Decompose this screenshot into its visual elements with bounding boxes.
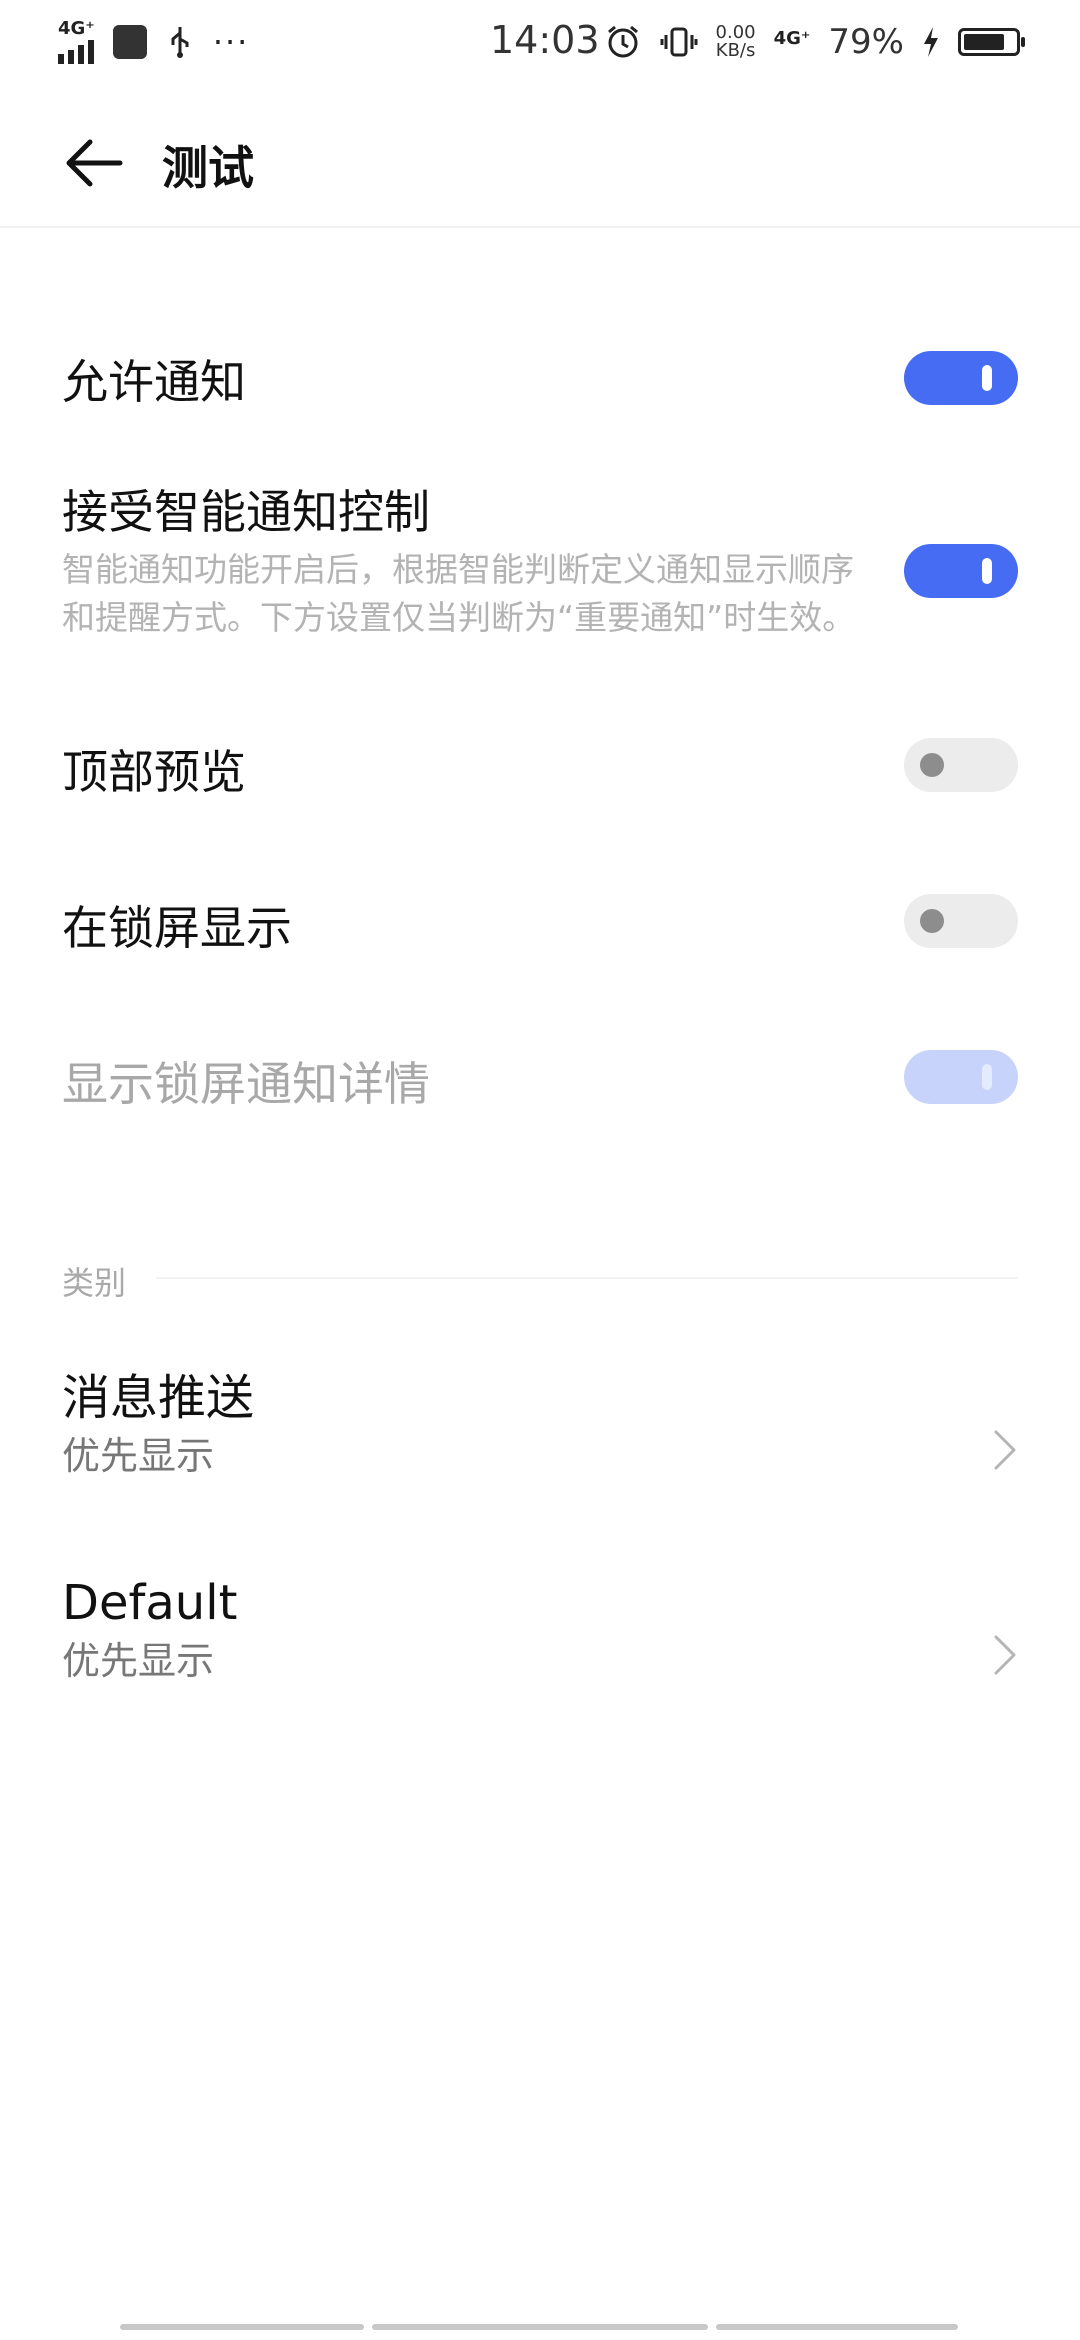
screen: 4G⁺ ··· 14:03 0.00 KB/s 4G⁺ 79% 测试 允许通知 … xyxy=(0,0,1080,2340)
network-speed: 0.00 KB/s xyxy=(716,24,756,60)
setting-label: 允许通知 xyxy=(62,355,246,409)
section-divider xyxy=(156,1277,1018,1279)
setting-label: 接受智能通知控制 xyxy=(62,485,430,539)
allow-notifications-toggle[interactable] xyxy=(904,351,1018,405)
gesture-bar-right[interactable] xyxy=(716,2324,958,2330)
app-header: 测试 xyxy=(0,100,1080,224)
setting-label: 显示锁屏通知详情 xyxy=(62,1057,430,1111)
gesture-bar-left[interactable] xyxy=(120,2324,364,2330)
lockscreen-show-toggle[interactable] xyxy=(904,894,1018,948)
status-time: 14:03 xyxy=(490,18,600,62)
alarm-icon xyxy=(607,25,638,58)
category-subtitle: 优先显示 xyxy=(62,1434,215,1478)
page-title: 测试 xyxy=(162,141,254,195)
category-subtitle: 优先显示 xyxy=(62,1639,215,1683)
usb-icon xyxy=(171,27,189,58)
charging-icon xyxy=(924,27,938,57)
setting-lockscreen-details: 显示锁屏通知详情 xyxy=(0,1048,1080,1114)
category-item-default[interactable]: Default 优先显示 xyxy=(0,1573,1080,1723)
back-arrow-icon[interactable] xyxy=(62,130,128,196)
usb-debug-icon xyxy=(112,25,147,59)
vibrate-icon xyxy=(660,27,698,57)
section-label-categories: 类别 xyxy=(62,1264,127,1302)
setting-label: 顶部预览 xyxy=(62,745,246,799)
setting-allow-notifications[interactable]: 允许通知 xyxy=(0,346,1080,412)
smart-control-toggle[interactable] xyxy=(904,544,1018,598)
chevron-right-icon xyxy=(994,1635,1016,1675)
setting-description: 智能通知功能开启后，根据智能判断定义通知显示顺序和提醒方式。下方设置仅当判断为“… xyxy=(62,550,856,637)
network-speed-unit: KB/s xyxy=(715,40,756,61)
battery-percent: 79% xyxy=(828,22,904,62)
battery-icon xyxy=(958,28,1025,56)
lockscreen-details-toggle xyxy=(904,1050,1018,1104)
chevron-right-icon xyxy=(994,1430,1016,1470)
cellular-signal-icon: 4G⁺ xyxy=(58,20,95,64)
top-preview-toggle[interactable] xyxy=(904,738,1018,792)
setting-smart-control[interactable]: 接受智能通知控制 智能通知功能开启后，根据智能判断定义通知显示顺序和提醒方式。下… xyxy=(0,476,1080,642)
network-type-right: 4G⁺ xyxy=(773,28,811,49)
header-divider xyxy=(0,226,1080,228)
category-item-message-push[interactable]: 消息推送 优先显示 xyxy=(0,1368,1080,1518)
setting-lockscreen-show[interactable]: 在锁屏显示 xyxy=(0,892,1080,958)
category-title: 消息推送 xyxy=(62,1370,255,1426)
category-title: Default xyxy=(62,1575,238,1631)
more-notifications-icon: ··· xyxy=(212,23,250,61)
status-bar: 4G⁺ ··· 14:03 0.00 KB/s 4G⁺ 79% xyxy=(0,0,1080,84)
setting-top-preview[interactable]: 顶部预览 xyxy=(0,736,1080,802)
network-type-left: 4G⁺ xyxy=(58,18,95,39)
setting-label: 在锁屏显示 xyxy=(62,901,292,955)
gesture-bar-home[interactable] xyxy=(372,2324,708,2330)
